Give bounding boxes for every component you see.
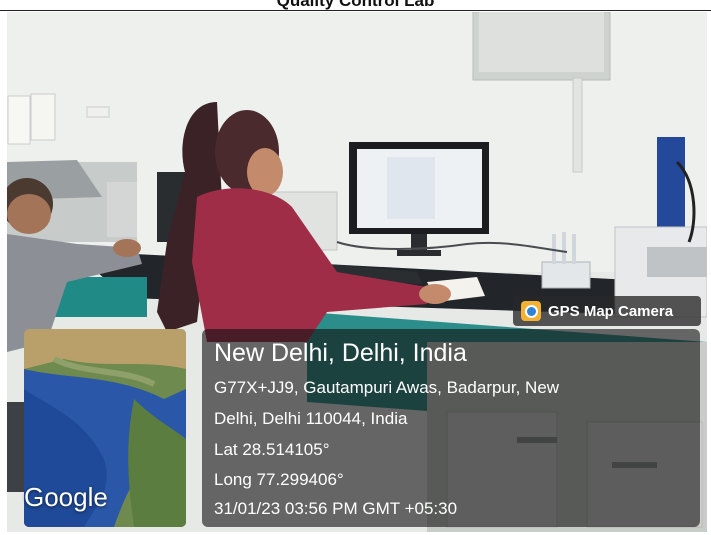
latitude: Lat 28.514105° [214, 440, 330, 459]
google-logo: Google [24, 482, 108, 512]
gps-map-camera-badge: GPS Map Camera [513, 296, 701, 326]
location-info-panel: New Delhi, Delhi, India G77X+JJ9, Gautam… [202, 329, 700, 527]
map-pin-icon [521, 301, 541, 321]
longitude: Long 77.299406° [214, 470, 344, 489]
lab-photo: GPS Map Camera Google New Delhi, Delhi, … [7, 12, 707, 532]
location-title: New Delhi, Delhi, India [214, 339, 467, 367]
badge-label: GPS Map Camera [548, 302, 674, 320]
caption-divider [0, 10, 711, 11]
address-line-2: Delhi, Delhi 110044, India [214, 409, 408, 428]
timestamp: 31/01/23 03:56 PM GMT +05:30 [214, 499, 458, 518]
address-line-1: G77X+JJ9, Gautampuri Awas, Badarpur, New [214, 378, 560, 397]
